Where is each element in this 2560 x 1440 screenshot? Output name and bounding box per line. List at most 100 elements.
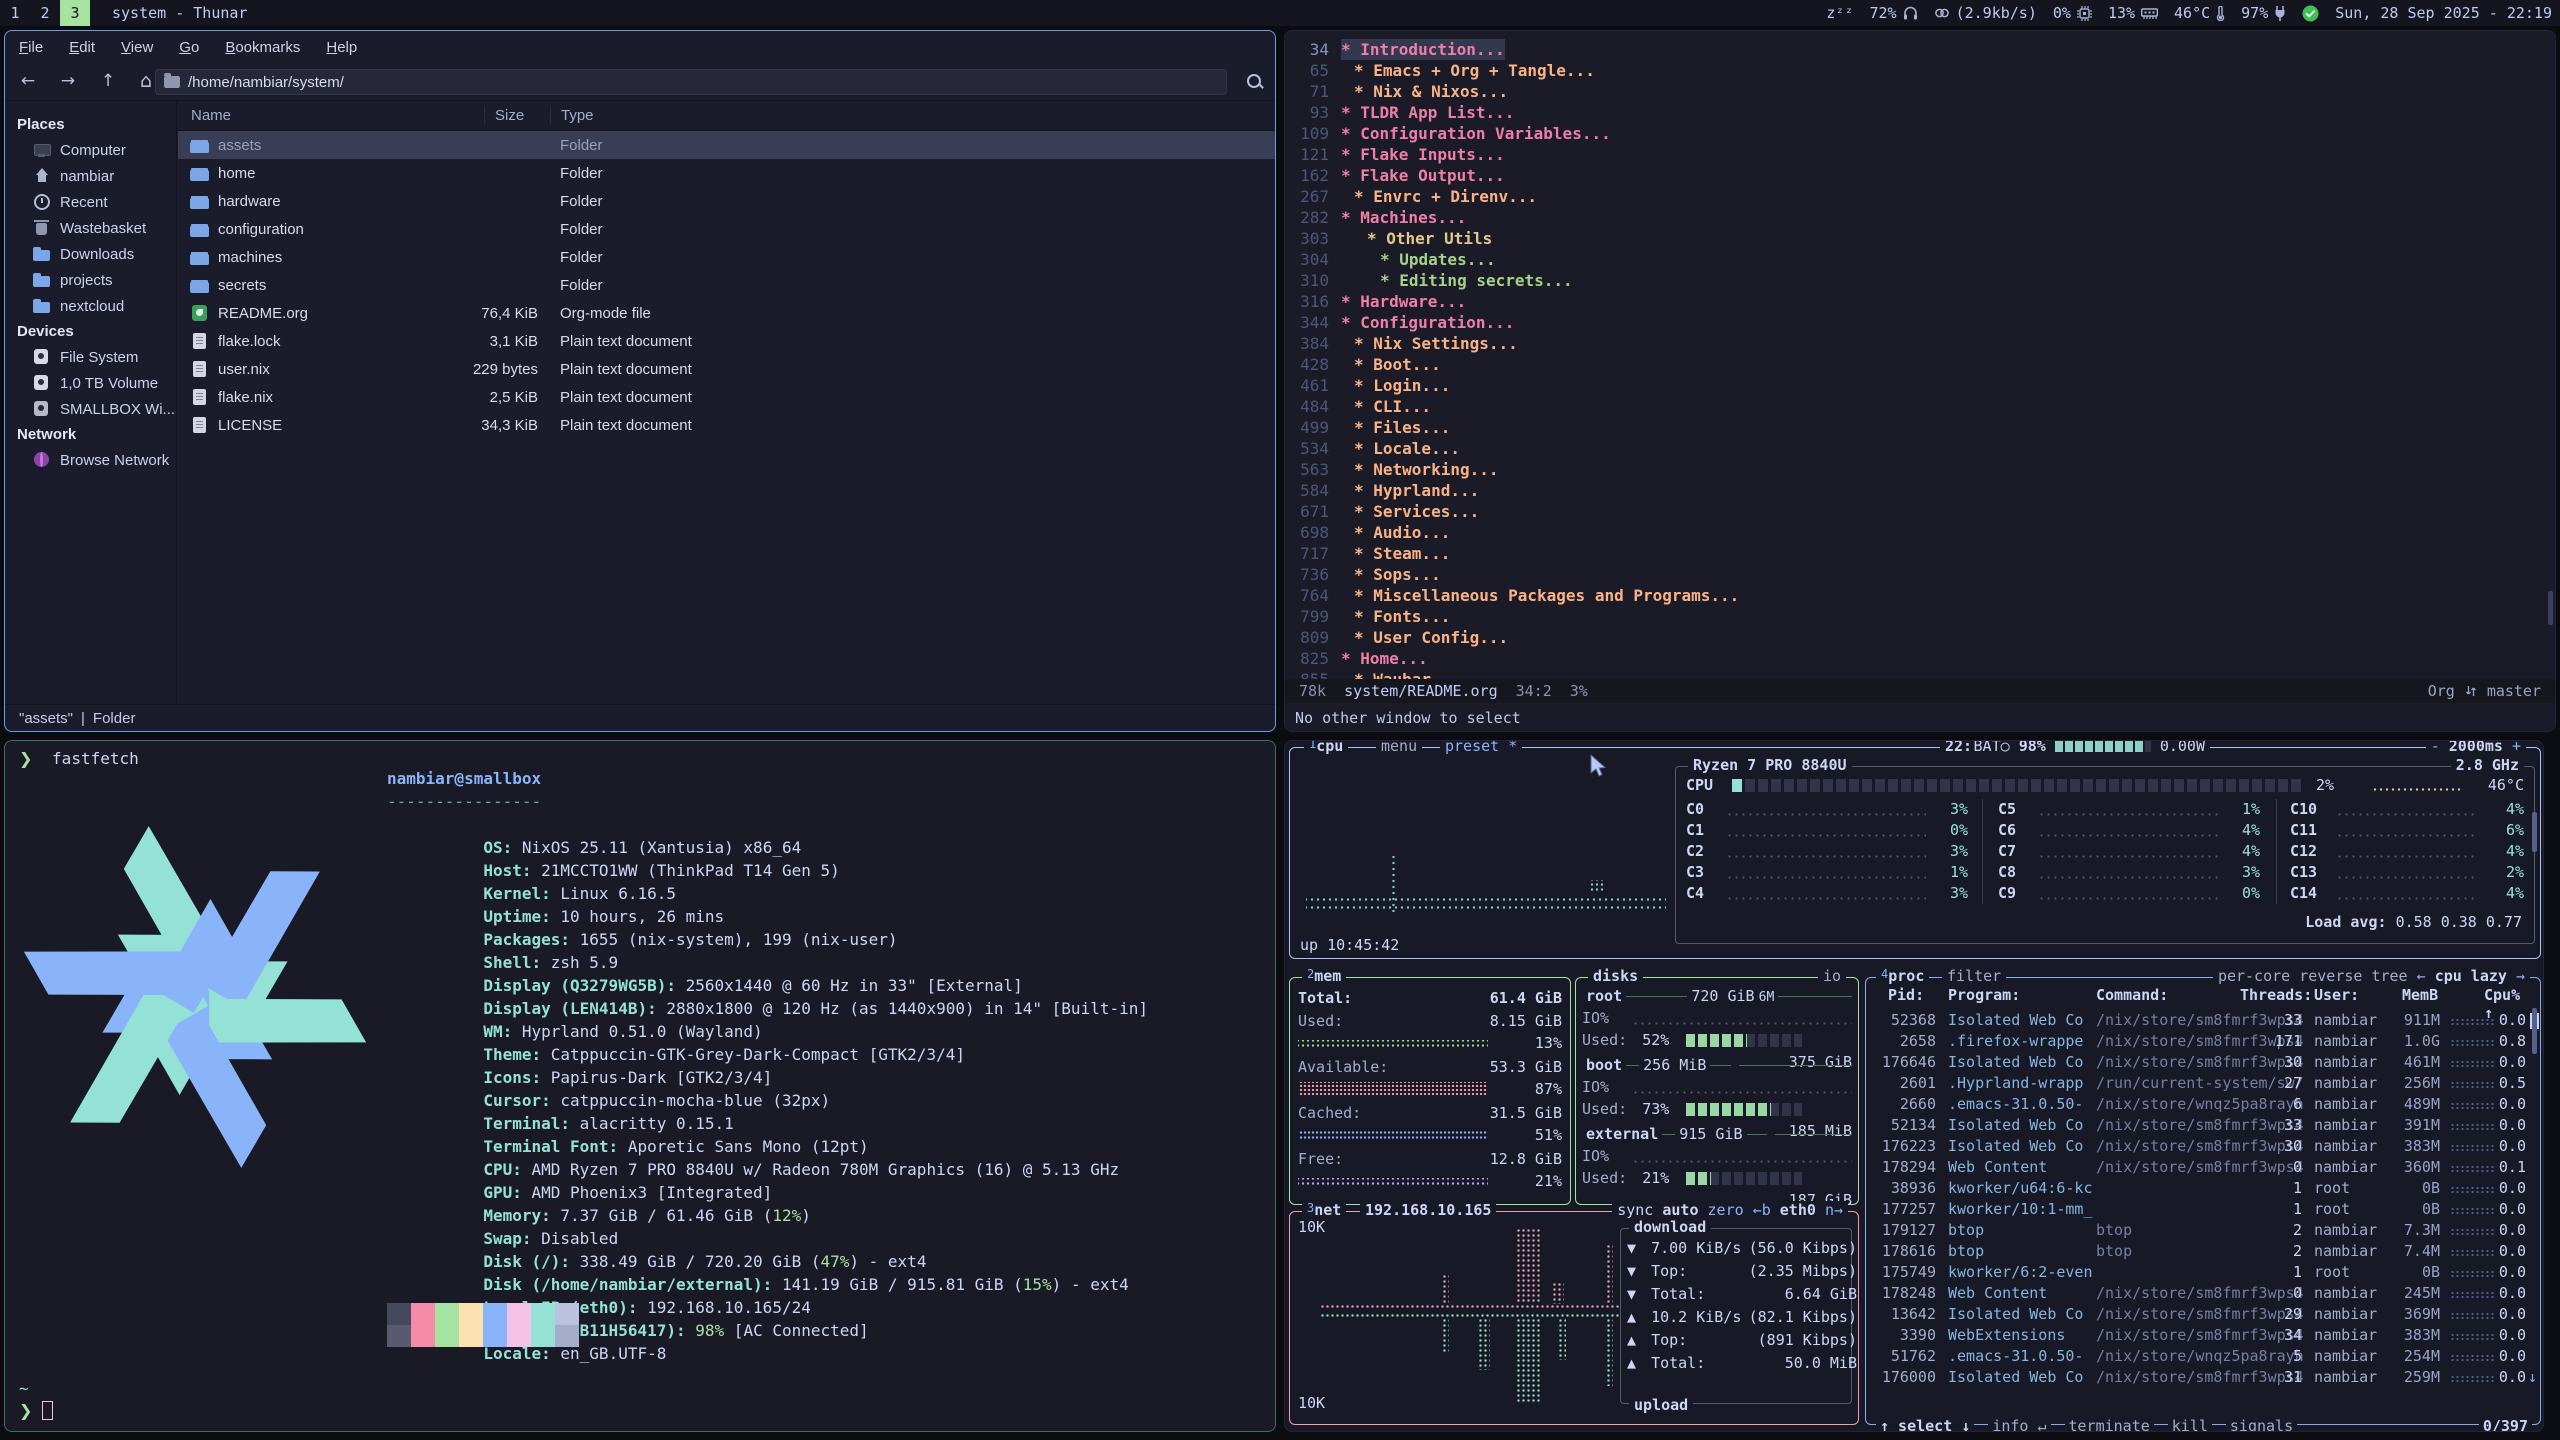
scrollbar-thumb[interactable]: [2532, 812, 2537, 852]
info-hint[interactable]: info ↵: [1988, 1417, 2050, 1432]
sidebar-item[interactable]: nambiar: [5, 163, 176, 189]
process-row[interactable]: 178248 Web Content /nix/store/sm8fmrf3wp…: [1874, 1283, 2544, 1304]
battery-indicator[interactable]: 97%: [2241, 4, 2286, 22]
scrollbar-thumb[interactable]: [2532, 1008, 2537, 1054]
clock[interactable]: Sun, 28 Sep 2025 - 22:19: [2335, 4, 2552, 22]
org-heading-line[interactable]: 303 * Other Utils: [1285, 228, 2555, 249]
preset-button[interactable]: preset *: [1440, 740, 1522, 755]
back-button[interactable]: ←: [13, 68, 43, 94]
process-row[interactable]: 13642 Isolated Web Co /nix/store/sm8fmrf…: [1874, 1304, 2544, 1325]
process-row[interactable]: 178616 btop btop 2 nambiar 7.4M 0.0: [1874, 1241, 2544, 1262]
filter-button[interactable]: filter: [1942, 967, 2006, 985]
menu-item[interactable]: Help: [326, 39, 357, 56]
idle-indicator[interactable]: zᶻᶻ: [1826, 4, 1853, 22]
kill-hint[interactable]: kill: [2168, 1417, 2212, 1432]
search-icon[interactable]: [1245, 72, 1265, 92]
sidebar-item[interactable]: Recent: [5, 189, 176, 215]
menu-item[interactable]: View: [121, 39, 153, 56]
net-controls[interactable]: sync auto zero ←b eth0 n→: [1612, 1201, 1848, 1219]
org-heading-line[interactable]: 34 * Introduction...: [1285, 39, 2555, 60]
org-heading-line[interactable]: 93 * TLDR App List...: [1285, 102, 2555, 123]
org-heading-line[interactable]: 484 * CLI...: [1285, 396, 2555, 417]
menu-item[interactable]: Edit: [69, 39, 95, 56]
ram-indicator[interactable]: 13%: [2108, 4, 2158, 22]
updates-ok-indicator[interactable]: [2302, 5, 2319, 22]
process-row[interactable]: 2601 .Hyprland-wrapp /run/current-system…: [1874, 1073, 2544, 1094]
column-size[interactable]: Size: [484, 107, 524, 124]
org-heading-line[interactable]: 304 * Updates...: [1285, 249, 2555, 270]
sidebar-item[interactable]: nextcloud: [5, 293, 176, 319]
workspace-button[interactable]: 1: [0, 0, 30, 26]
process-row[interactable]: 38936 kworker/u64:6-kc 1 root 0B 0.0: [1874, 1178, 2544, 1199]
file-row[interactable]: LICENSE 34,3 KiB Plain text document: [178, 411, 1275, 439]
file-row[interactable]: configuration Folder: [178, 215, 1275, 243]
org-heading-line[interactable]: 671 * Services...: [1285, 501, 2555, 522]
sidebar-item[interactable]: Downloads: [5, 241, 176, 267]
sidebar-item[interactable]: Computer: [5, 137, 176, 163]
column-name[interactable]: Name: [191, 107, 231, 124]
sidebar-device-item[interactable]: SMALLBOX Wi...: [5, 396, 176, 422]
signals-hint[interactable]: signals: [2226, 1417, 2297, 1432]
org-heading-line[interactable]: 121 * Flake Inputs...: [1285, 144, 2555, 165]
workspace-button[interactable]: 3: [60, 0, 90, 26]
org-heading-line[interactable]: 764 * Miscellaneous Packages and Program…: [1285, 585, 2555, 606]
sidebar-network-item[interactable]: Browse Network: [5, 447, 176, 473]
forward-button[interactable]: →: [53, 68, 83, 94]
process-row[interactable]: 52368 Isolated Web Co /nix/store/sm8fmrf…: [1874, 1010, 2544, 1031]
menu-item[interactable]: Go: [179, 39, 199, 56]
process-row[interactable]: 179127 btop btop 2 nambiar 7.3M 0.0: [1874, 1220, 2544, 1241]
org-heading-line[interactable]: 499 * Files...: [1285, 417, 2555, 438]
workspace-button[interactable]: 2: [30, 0, 60, 26]
file-row[interactable]: hardware Folder: [178, 187, 1275, 215]
file-row[interactable]: README.org 76,4 KiB Org-mode file: [178, 299, 1275, 327]
sidebar-device-item[interactable]: File System: [5, 344, 176, 370]
org-heading-line[interactable]: 316 * Hardware...: [1285, 291, 2555, 312]
menu-button[interactable]: menu: [1376, 740, 1422, 755]
process-row[interactable]: 175749 kworker/6:2-even 1 root 0B 0.0: [1874, 1262, 2544, 1283]
org-heading-line[interactable]: 736 * Sops...: [1285, 564, 2555, 585]
temperature-indicator[interactable]: 46°C: [2174, 4, 2225, 22]
sidebar-item[interactable]: projects: [5, 267, 176, 293]
org-heading-line[interactable]: 799 * Fonts...: [1285, 606, 2555, 627]
org-heading-line[interactable]: 384 * Nix Settings...: [1285, 333, 2555, 354]
tab-mem[interactable]: 2mem: [1302, 967, 1346, 985]
terminate-hint[interactable]: terminate: [2065, 1417, 2154, 1432]
shell-prompt[interactable]: ❯: [19, 1401, 53, 1420]
process-row[interactable]: 2660 .emacs-31.0.50- /nix/store/wnqz5pa8…: [1874, 1094, 2544, 1115]
file-row[interactable]: secrets Folder: [178, 271, 1275, 299]
scrollbar-thumb[interactable]: [2548, 591, 2553, 625]
column-type[interactable]: Type: [550, 107, 594, 124]
tab-net[interactable]: 3net: [1302, 1201, 1346, 1219]
process-row[interactable]: 52134 Isolated Web Co /nix/store/sm8fmrf…: [1874, 1115, 2544, 1136]
process-row[interactable]: 176000 Isolated Web Co /nix/store/sm8fmr…: [1874, 1367, 2544, 1388]
menu-item[interactable]: File: [19, 39, 43, 56]
path-field[interactable]: /home/nambiar/system/: [155, 69, 1227, 95]
sidebar-device-item[interactable]: 1,0 TB Volume: [5, 370, 176, 396]
org-heading-line[interactable]: 825 * Home...: [1285, 648, 2555, 669]
file-row[interactable]: home Folder: [178, 159, 1275, 187]
org-heading-line[interactable]: 71 * Nix & Nixos...: [1285, 81, 2555, 102]
process-row[interactable]: 178294 Web Content /nix/store/sm8fmrf3wp…: [1874, 1157, 2544, 1178]
org-heading-line[interactable]: 344 * Configuration...: [1285, 312, 2555, 333]
org-heading-line[interactable]: 584 * Hyprland...: [1285, 480, 2555, 501]
file-row[interactable]: flake.nix 2,5 KiB Plain text document: [178, 383, 1275, 411]
org-heading-line[interactable]: 809 * User Config...: [1285, 627, 2555, 648]
process-row[interactable]: 176223 Isolated Web Co /nix/store/sm8fmr…: [1874, 1136, 2544, 1157]
org-heading-line[interactable]: 717 * Steam...: [1285, 543, 2555, 564]
org-heading-line[interactable]: 282 * Machines...: [1285, 207, 2555, 228]
file-row[interactable]: machines Folder: [178, 243, 1275, 271]
file-row[interactable]: flake.lock 3,1 KiB Plain text document: [178, 327, 1275, 355]
org-heading-line[interactable]: 698 * Audio...: [1285, 522, 2555, 543]
select-hint[interactable]: ↑ select ↓: [1876, 1417, 1974, 1432]
volume-indicator[interactable]: 72%: [1870, 4, 1918, 22]
org-heading-line[interactable]: 563 * Networking...: [1285, 459, 2555, 480]
org-heading-line[interactable]: 534 * Locale...: [1285, 438, 2555, 459]
org-heading-line[interactable]: 162 * Flake Output...: [1285, 165, 2555, 186]
network-indicator[interactable]: (2.9kb/s): [1934, 4, 2037, 22]
sidebar-item[interactable]: Wastebasket: [5, 215, 176, 241]
tab-cpu[interactable]: 1cpu: [1304, 740, 1348, 755]
org-heading-line[interactable]: 109 * Configuration Variables...: [1285, 123, 2555, 144]
org-heading-line[interactable]: 310 * Editing secrets...: [1285, 270, 2555, 291]
cpu-indicator[interactable]: 0%: [2053, 4, 2092, 22]
refresh-rate-control[interactable]: - 2000ms +: [2426, 740, 2526, 755]
